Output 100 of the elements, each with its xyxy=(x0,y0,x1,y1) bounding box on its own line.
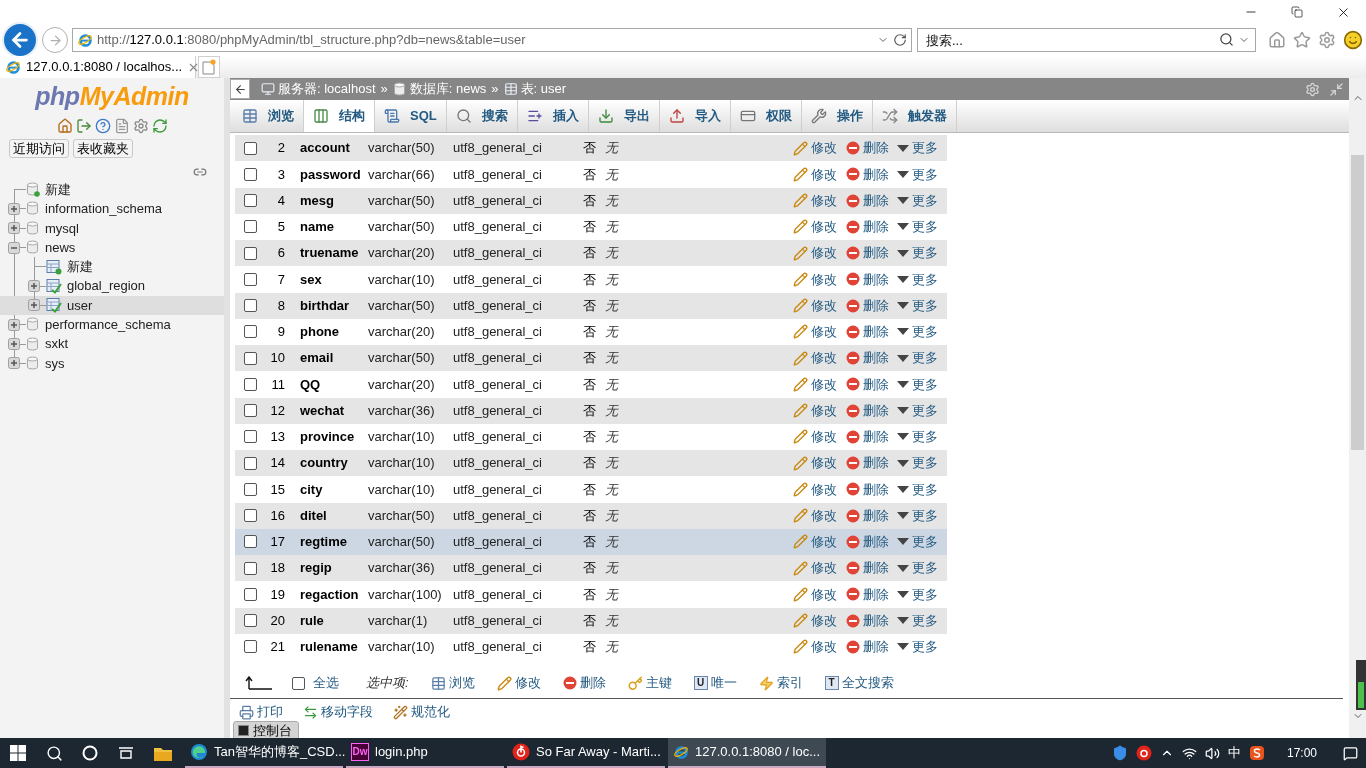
edit-link[interactable]: 修改 xyxy=(793,584,846,605)
notification-icon[interactable] xyxy=(1343,745,1358,761)
breadcrumb-link[interactable]: 表: user xyxy=(520,79,567,99)
row-checkbox[interactable] xyxy=(243,482,257,496)
edit-link[interactable]: 修改 xyxy=(793,348,846,368)
delete-link[interactable]: 删除 xyxy=(846,400,897,421)
edit-link[interactable]: 修改 xyxy=(793,243,846,263)
more-link[interactable]: 更多 xyxy=(897,164,938,185)
delete-link[interactable]: 删除 xyxy=(846,610,897,631)
tree-item[interactable]: global_region xyxy=(0,276,224,296)
taskbar-app[interactable]: Tan智华的博客_CSD... xyxy=(185,738,343,768)
tab[interactable]: 触发器 xyxy=(872,100,957,132)
more-link[interactable]: 更多 xyxy=(897,190,938,211)
edit-link[interactable]: 修改 xyxy=(793,269,846,290)
edit-link[interactable]: 修改 xyxy=(793,217,846,237)
delete-link[interactable]: 删除 xyxy=(846,453,897,473)
row-checkbox[interactable] xyxy=(243,272,257,286)
tree-item[interactable]: news xyxy=(0,237,224,258)
tab[interactable]: 插入 xyxy=(517,100,589,132)
expand-icon[interactable] xyxy=(8,318,20,331)
delete-link[interactable]: 删除 xyxy=(846,479,897,500)
music-logo-icon[interactable] xyxy=(1135,745,1152,761)
collapse-panel-button[interactable] xyxy=(230,79,250,99)
more-link[interactable]: 更多 xyxy=(897,348,938,368)
exit-icon[interactable] xyxy=(75,118,92,134)
input-tool-icon[interactable] xyxy=(1248,745,1265,761)
row-checkbox[interactable] xyxy=(243,377,257,391)
delete-link[interactable]: 删除 xyxy=(846,348,897,368)
more-link[interactable]: 更多 xyxy=(897,532,938,552)
star-icon[interactable] xyxy=(1293,31,1311,49)
document-icon[interactable] xyxy=(113,118,130,134)
edit-link[interactable]: 修改 xyxy=(793,505,846,526)
row-checkbox[interactable] xyxy=(243,614,257,628)
collapse-icon[interactable] xyxy=(8,241,20,254)
more-link[interactable]: 更多 xyxy=(897,584,938,605)
more-link[interactable]: 更多 xyxy=(897,505,938,526)
search-icon[interactable] xyxy=(1219,32,1234,47)
tree-item[interactable]: sys xyxy=(0,353,224,373)
edit-link[interactable]: 修改 xyxy=(793,610,846,631)
clock[interactable]: 17:00 xyxy=(1286,744,1317,762)
bulk-action-link[interactable]: 删除 xyxy=(562,673,606,693)
volume-icon[interactable] xyxy=(1204,745,1220,761)
bulk-action-link[interactable]: 修改 xyxy=(496,673,541,693)
edit-link[interactable]: 修改 xyxy=(793,400,846,421)
tree-item[interactable]: 新建 xyxy=(0,257,224,277)
row-checkbox[interactable] xyxy=(243,220,257,234)
tool-link[interactable]: 打印 xyxy=(239,702,283,722)
input-method-indicator[interactable]: 中 xyxy=(1227,743,1241,763)
row-checkbox[interactable] xyxy=(243,141,257,155)
scrollbar-thumb[interactable] xyxy=(1351,155,1364,450)
edit-link[interactable]: 修改 xyxy=(793,479,846,500)
more-link[interactable]: 更多 xyxy=(897,558,938,578)
delete-link[interactable]: 删除 xyxy=(846,505,897,526)
nav-button[interactable]: 表收藏夹 xyxy=(73,139,133,158)
select-all-checkbox[interactable] xyxy=(292,676,305,690)
bulk-action-link[interactable]: 主键 xyxy=(627,673,672,693)
expand-icon[interactable] xyxy=(8,222,20,235)
more-link[interactable]: 更多 xyxy=(897,243,938,263)
expand-icon[interactable] xyxy=(8,357,20,370)
row-checkbox[interactable] xyxy=(243,299,257,313)
shield-icon[interactable] xyxy=(1111,745,1128,761)
row-checkbox[interactable] xyxy=(243,404,257,418)
delete-link[interactable]: 删除 xyxy=(846,190,897,211)
row-checkbox[interactable] xyxy=(243,325,257,339)
more-link[interactable]: 更多 xyxy=(897,138,938,158)
tab[interactable]: 权限 xyxy=(730,100,802,132)
tab[interactable]: SQL xyxy=(375,100,447,132)
more-link[interactable]: 更多 xyxy=(897,610,938,631)
tree-item[interactable]: mysql xyxy=(0,218,224,238)
delete-link[interactable]: 删除 xyxy=(846,558,897,578)
delete-link[interactable]: 删除 xyxy=(846,243,897,263)
tab[interactable]: 搜索 xyxy=(446,100,518,132)
tree-item[interactable]: performance_schema xyxy=(0,315,224,335)
address-field[interactable]: http://127.0.0.1:8080/phpMyAdmin/tbl_structure.php?db=news&table=user xyxy=(72,28,912,52)
link-icon[interactable] xyxy=(193,165,207,179)
row-checkbox[interactable] xyxy=(243,561,257,575)
more-link[interactable]: 更多 xyxy=(897,453,938,473)
delete-link[interactable]: 删除 xyxy=(846,164,897,185)
row-checkbox[interactable] xyxy=(243,246,257,260)
help-icon[interactable] xyxy=(94,118,111,134)
row-checkbox[interactable] xyxy=(243,194,257,208)
tool-link[interactable]: 移动字段 xyxy=(303,702,373,722)
delete-link[interactable]: 删除 xyxy=(846,374,897,395)
bulk-action-link[interactable]: 浏览 xyxy=(430,673,475,693)
edit-link[interactable]: 修改 xyxy=(793,558,846,578)
tab[interactable]: 结构 xyxy=(304,100,375,132)
back-button[interactable] xyxy=(2,22,38,58)
taskbar-app[interactable]: Dw login.php xyxy=(346,738,504,768)
tree-item[interactable]: information_schema xyxy=(0,199,224,219)
edit-link[interactable]: 修改 xyxy=(793,453,846,473)
tab[interactable]: 操作 xyxy=(801,100,873,132)
phpmyadmin-logo[interactable]: phpMyAdmin xyxy=(35,82,189,110)
collapse-icon[interactable] xyxy=(1329,81,1344,97)
refresh-icon[interactable] xyxy=(893,33,907,47)
breadcrumb-link[interactable]: 数据库: news xyxy=(409,79,487,99)
delete-link[interactable]: 删除 xyxy=(846,295,897,316)
row-checkbox[interactable] xyxy=(243,351,257,365)
row-checkbox[interactable] xyxy=(243,167,257,181)
smiley-icon[interactable] xyxy=(1343,30,1363,50)
edit-link[interactable]: 修改 xyxy=(793,138,846,158)
